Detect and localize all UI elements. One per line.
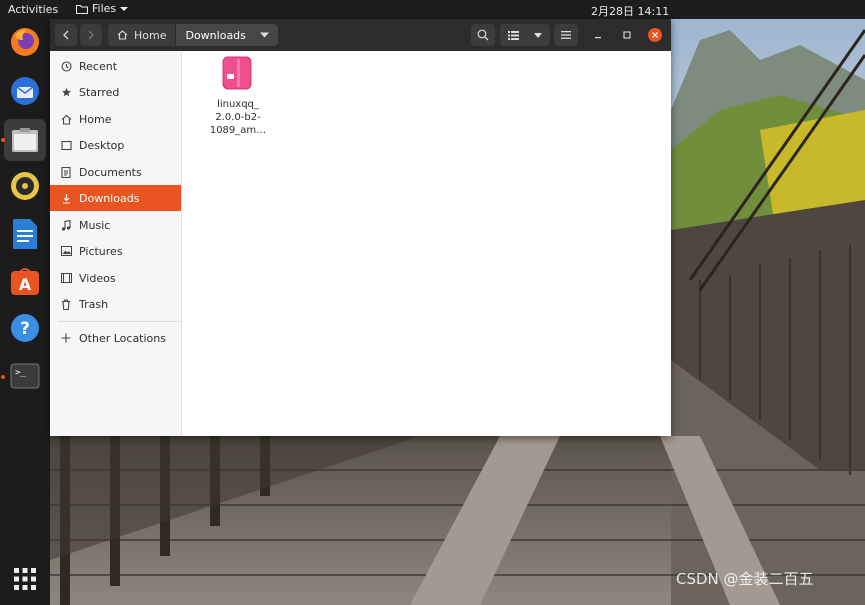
plus-icon bbox=[61, 333, 71, 343]
close-icon bbox=[648, 28, 662, 42]
videos-icon bbox=[60, 273, 72, 283]
places-sidebar: Recent Starred Home Desktop Documents Do… bbox=[50, 51, 182, 436]
chevron-right-icon bbox=[88, 30, 94, 40]
hamburger-icon bbox=[561, 31, 571, 39]
minimize-icon bbox=[595, 37, 601, 39]
folder-icon bbox=[76, 4, 88, 14]
firefox-icon[interactable] bbox=[8, 25, 42, 59]
sidebar-item-label: Music bbox=[79, 218, 111, 232]
header-bar: Home Downloads bbox=[50, 19, 671, 51]
search-button[interactable] bbox=[471, 24, 495, 46]
app-menu[interactable]: Files bbox=[76, 2, 129, 15]
sidebar-item-label: Documents bbox=[79, 165, 142, 179]
forward-button[interactable] bbox=[80, 24, 102, 46]
software-center-icon[interactable]: A bbox=[8, 264, 42, 298]
breadcrumb: Home Downloads bbox=[108, 24, 278, 46]
breadcrumb-home-label: Home bbox=[134, 28, 167, 42]
activities-button[interactable]: Activities bbox=[8, 3, 58, 16]
sidebar-item-downloads[interactable]: Downloads bbox=[50, 185, 181, 211]
desktop-icon bbox=[60, 140, 72, 150]
documents-icon bbox=[61, 166, 71, 178]
sidebar-item-desktop[interactable]: Desktop bbox=[50, 132, 181, 158]
files-window: Home Downloads Recent Starred Home Deskt… bbox=[50, 19, 671, 436]
sidebar-item-label: Pictures bbox=[79, 244, 123, 258]
download-icon bbox=[62, 193, 70, 204]
sidebar-item-label: Home bbox=[79, 112, 112, 126]
breadcrumb-home[interactable]: Home bbox=[108, 24, 177, 46]
clock[interactable]: 2月28日 14:11 bbox=[591, 3, 669, 19]
svg-text:?: ? bbox=[20, 319, 30, 339]
sidebar-item-home[interactable]: Home bbox=[50, 106, 181, 132]
svg-text:A: A bbox=[19, 275, 32, 294]
sidebar-item-videos[interactable]: Videos bbox=[50, 265, 181, 291]
top-bar: Activities Files 2月28日 14:11 bbox=[0, 0, 865, 19]
sidebar-item-pictures[interactable]: Pictures bbox=[50, 238, 181, 264]
sidebar-item-label: Recent bbox=[79, 59, 118, 73]
file-name: linuxqq_ 2.0.0-b2- 1089_am… bbox=[204, 98, 272, 137]
sidebar-item-label: Trash bbox=[79, 297, 109, 311]
search-icon bbox=[477, 29, 489, 41]
show-apps-icon[interactable] bbox=[8, 562, 42, 596]
sidebar-item-recent[interactable]: Recent bbox=[50, 53, 181, 79]
sidebar-item-label: Desktop bbox=[79, 138, 125, 152]
chevron-left-icon bbox=[63, 30, 69, 40]
maximize-button[interactable] bbox=[617, 24, 637, 46]
sidebar-divider bbox=[58, 321, 181, 322]
sidebar-item-documents[interactable]: Documents bbox=[50, 159, 181, 185]
close-button[interactable] bbox=[645, 24, 665, 46]
music-icon bbox=[61, 219, 71, 231]
trash-icon bbox=[62, 298, 70, 310]
sidebar-item-label: Other Locations bbox=[79, 331, 166, 345]
running-indicator bbox=[1, 138, 5, 142]
breadcrumb-current-label: Downloads bbox=[185, 28, 246, 42]
sidebar-item-label: Downloads bbox=[79, 191, 140, 205]
thunderbird-icon[interactable] bbox=[8, 74, 42, 108]
file-name-line: 1089_am… bbox=[209, 125, 267, 136]
minimize-button[interactable] bbox=[588, 24, 608, 46]
chevron-down-icon bbox=[120, 6, 129, 11]
writer-icon[interactable] bbox=[8, 217, 42, 251]
rhythmbox-icon[interactable] bbox=[8, 169, 42, 203]
sidebar-item-other-locations[interactable]: Other Locations bbox=[50, 325, 181, 351]
package-icon bbox=[222, 56, 252, 90]
file-name-line: 2.0.0-b2- bbox=[215, 112, 261, 123]
files-icon[interactable] bbox=[4, 119, 46, 161]
sidebar-item-starred[interactable]: Starred bbox=[50, 79, 181, 105]
svg-text:>_: >_ bbox=[15, 368, 26, 378]
watermark: CSDN @金装二百五 bbox=[676, 570, 814, 588]
chevron-down-icon bbox=[259, 32, 269, 38]
pictures-icon bbox=[60, 246, 72, 256]
list-view-icon bbox=[507, 30, 519, 40]
file-item[interactable]: linuxqq_ 2.0.0-b2- 1089_am… bbox=[204, 55, 272, 137]
menu-button[interactable] bbox=[554, 24, 578, 46]
terminal-icon[interactable]: >_ bbox=[8, 359, 42, 393]
sidebar-item-trash[interactable]: Trash bbox=[50, 291, 181, 317]
app-menu-label: Files bbox=[92, 2, 117, 15]
clock-icon bbox=[60, 60, 72, 72]
maximize-icon bbox=[623, 31, 631, 39]
home-icon bbox=[61, 114, 71, 125]
back-button[interactable] bbox=[55, 24, 77, 46]
file-name-line: linuxqq_ bbox=[217, 99, 259, 110]
help-icon[interactable]: ? bbox=[8, 311, 42, 345]
running-indicator bbox=[1, 375, 5, 379]
sidebar-item-music[interactable]: Music bbox=[50, 212, 181, 238]
sidebar-item-label: Videos bbox=[79, 271, 116, 285]
home-icon bbox=[117, 30, 128, 40]
dock: A ? >_ bbox=[0, 19, 50, 605]
chevron-down-icon bbox=[534, 32, 543, 38]
star-icon bbox=[61, 87, 71, 96]
file-view[interactable]: linuxqq_ 2.0.0-b2- 1089_am… bbox=[182, 51, 671, 436]
sidebar-item-label: Starred bbox=[79, 85, 120, 99]
breadcrumb-downloads[interactable]: Downloads bbox=[176, 24, 278, 46]
view-options-button[interactable] bbox=[500, 24, 550, 46]
